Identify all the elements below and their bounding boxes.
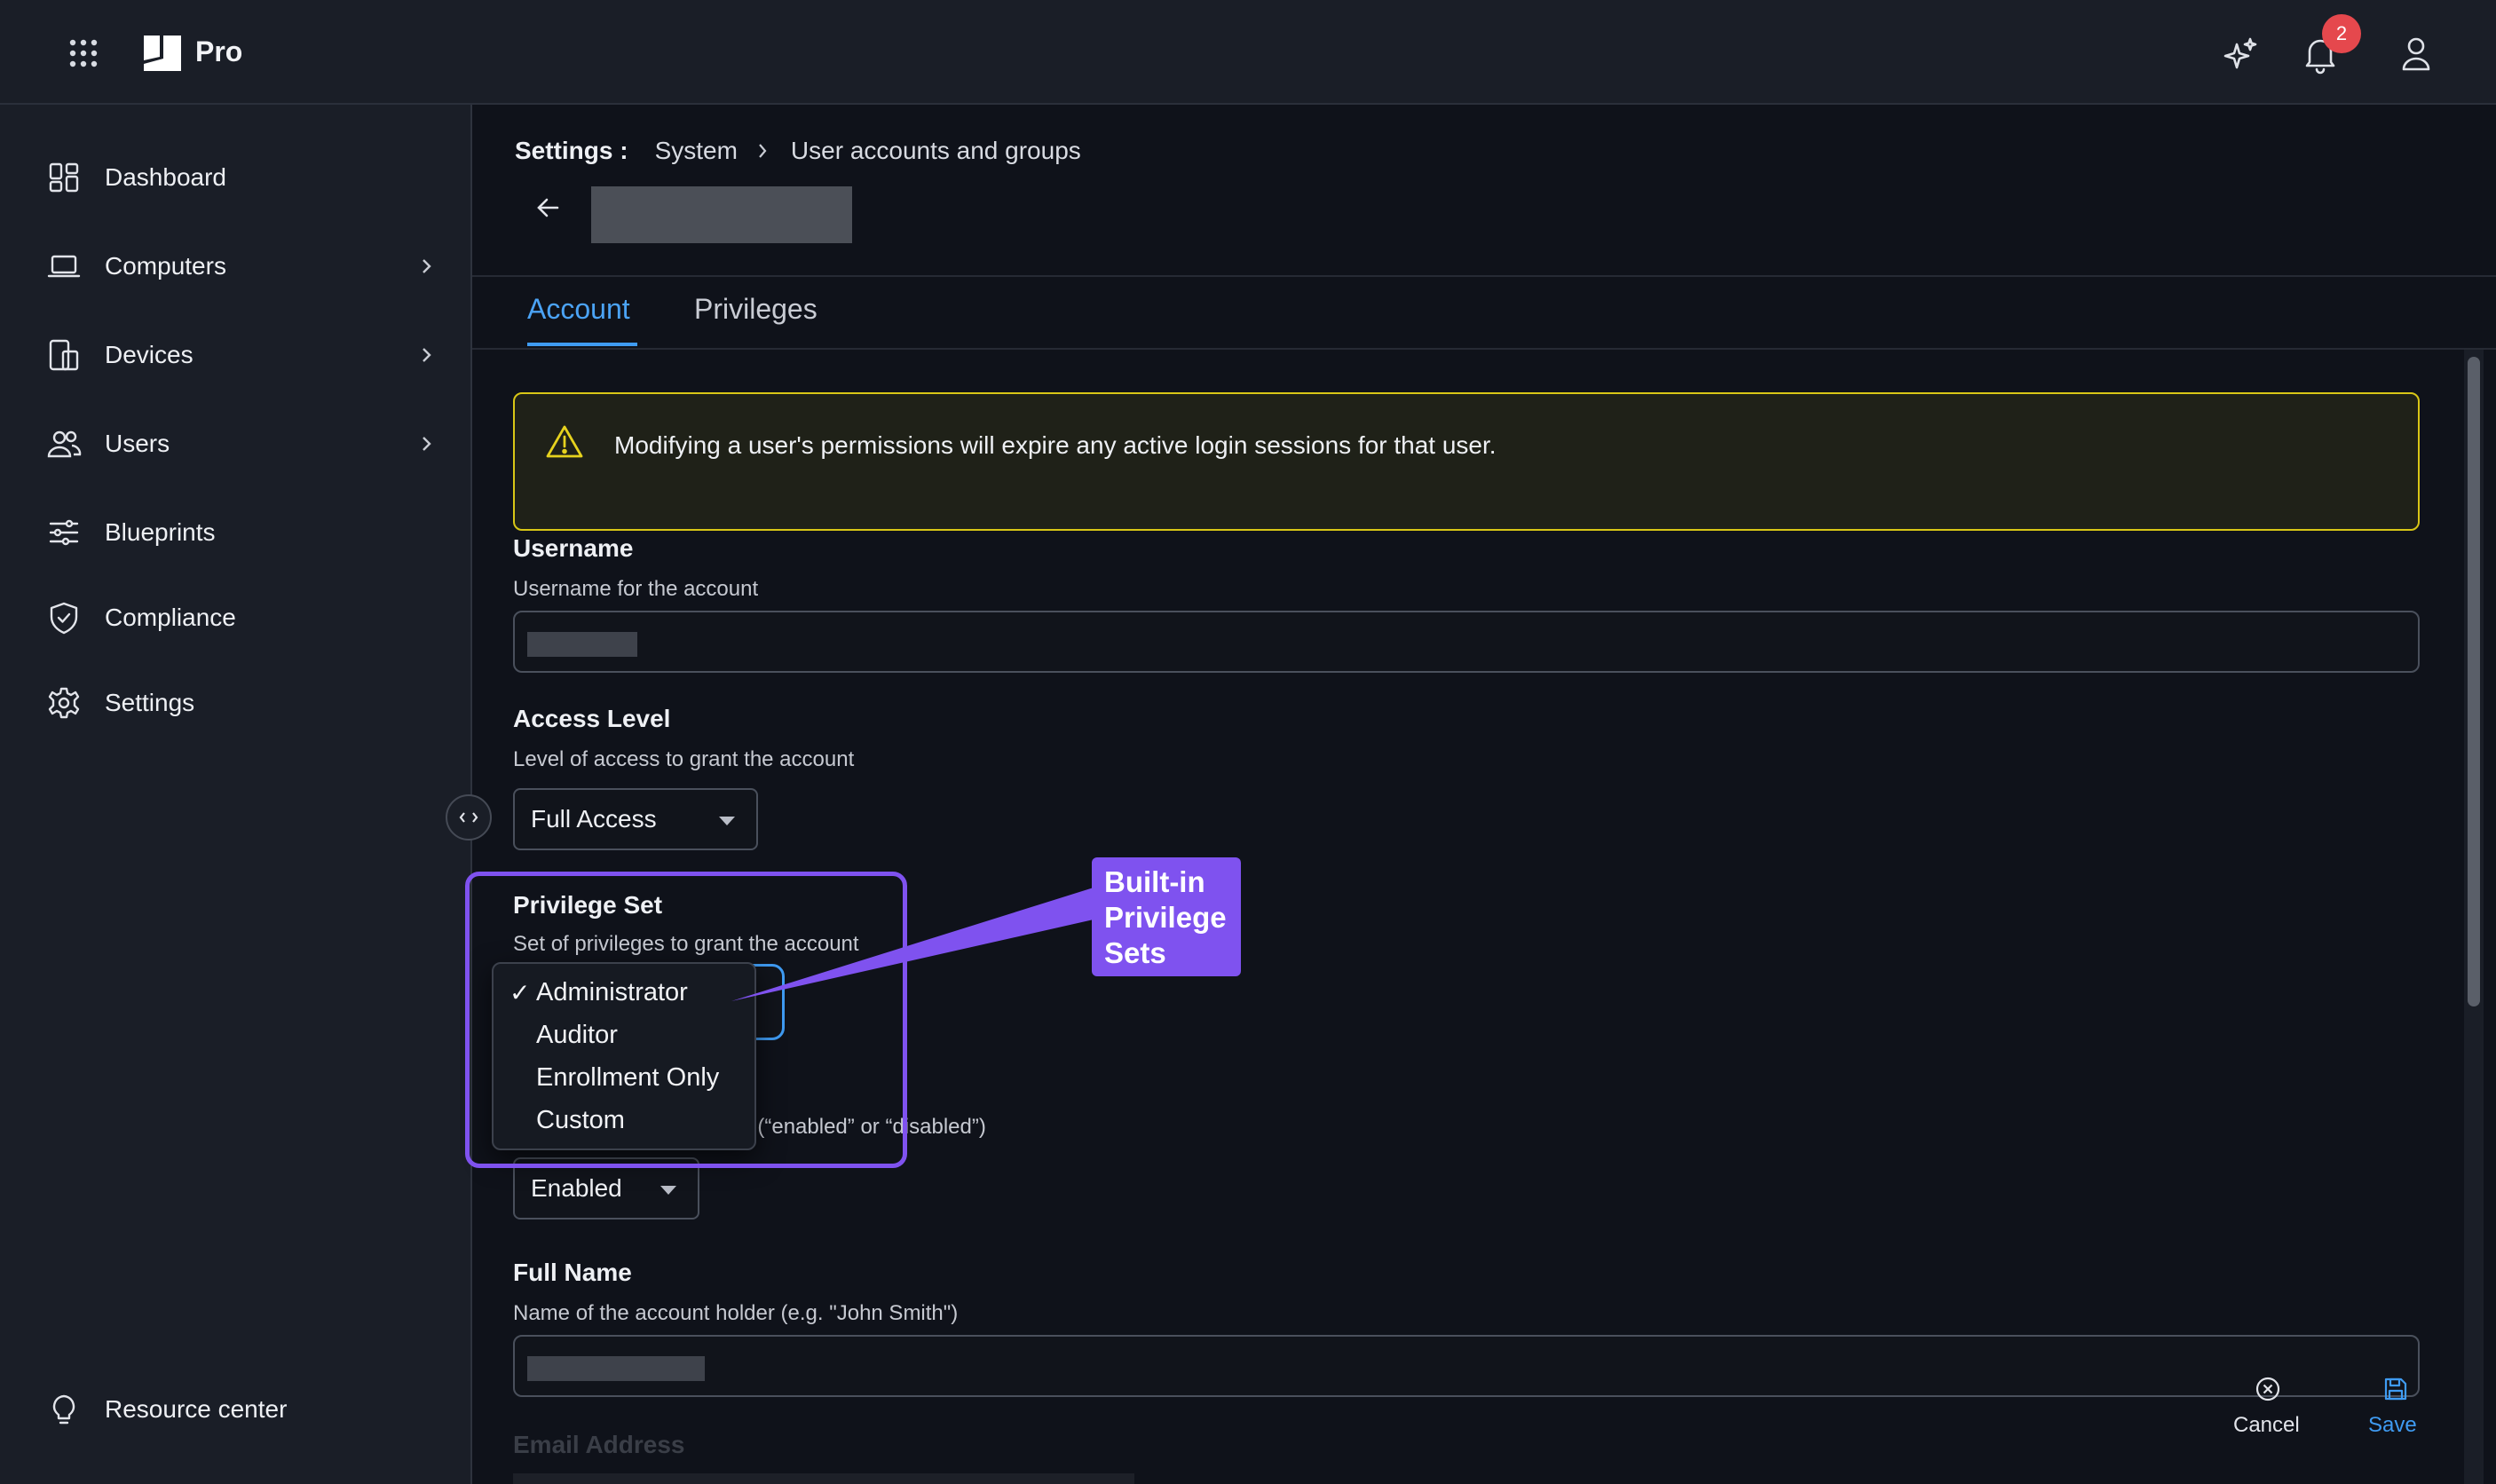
annotation-arrow xyxy=(731,888,1094,1001)
annotation-callout: Built-in Privilege Sets xyxy=(1092,857,1241,976)
callout-line-2: Privilege xyxy=(1104,901,1227,934)
callout-line-3: Sets xyxy=(1104,936,1166,969)
callout-line-1: Built-in xyxy=(1104,865,1205,898)
